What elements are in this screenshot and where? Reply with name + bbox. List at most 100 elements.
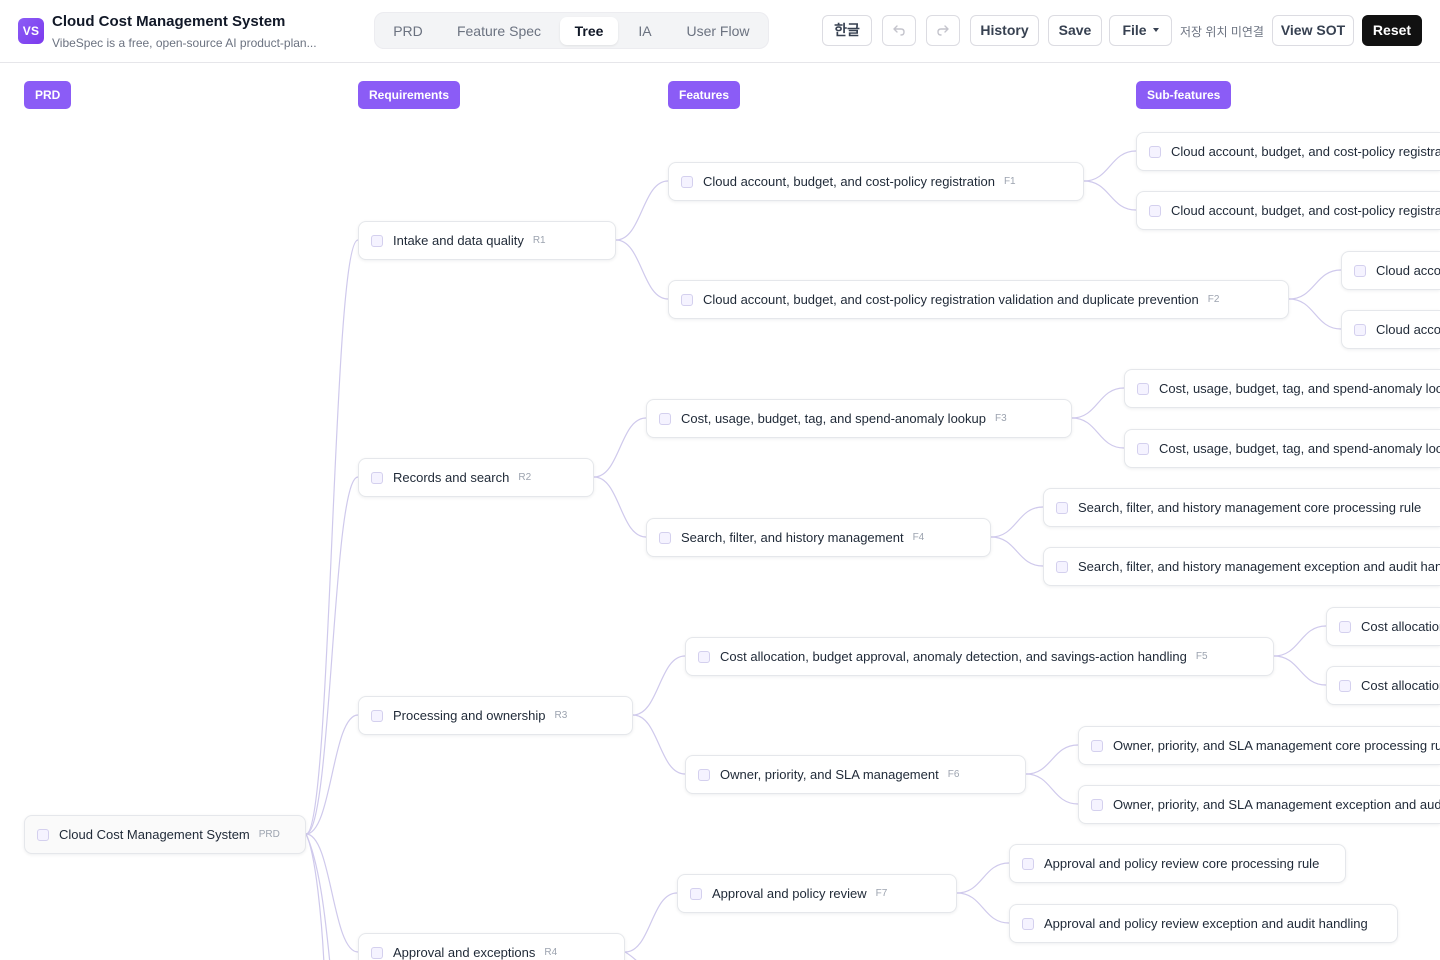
tree-node-subfeature[interactable]: Approval and policy review exception and… <box>1009 904 1398 943</box>
node-label: Cost, usage, budget, tag, and spend-anom… <box>1159 381 1440 396</box>
node-checkbox[interactable] <box>659 531 671 544</box>
tree-node-feature-f4[interactable]: Search, filter, and history management F… <box>646 518 991 557</box>
node-checkbox[interactable] <box>1354 323 1366 336</box>
node-tag: R2 <box>518 472 532 483</box>
node-checkbox[interactable] <box>1022 917 1034 930</box>
node-tag: F1 <box>1003 176 1016 187</box>
node-checkbox[interactable] <box>1149 145 1161 158</box>
tab-user-flow[interactable]: User Flow <box>673 17 763 45</box>
node-checkbox[interactable] <box>1339 679 1351 692</box>
tree-node-subfeature[interactable]: Cloud account, budget, and cost-policy r… <box>1136 191 1440 230</box>
node-tag: R3 <box>554 710 568 721</box>
tree-node-requirement-r4[interactable]: Approval and exceptions R4 <box>358 933 625 960</box>
node-checkbox[interactable] <box>1091 798 1103 811</box>
tree-node-subfeature[interactable]: Cloud account, budget, and cost-policy r… <box>1341 251 1440 290</box>
node-checkbox[interactable] <box>371 234 383 247</box>
tree-node-subfeature[interactable]: Cost allocation, budget approval, anomal… <box>1326 666 1440 705</box>
tree-node-feature-f7[interactable]: Approval and policy review F7 <box>677 874 957 913</box>
history-button[interactable]: History <box>970 15 1039 46</box>
view-tabs: PRD Feature Spec Tree IA User Flow <box>374 12 769 49</box>
node-checkbox[interactable] <box>1056 560 1068 573</box>
node-checkbox[interactable] <box>37 828 49 841</box>
tab-prd[interactable]: PRD <box>382 17 434 45</box>
node-tag: F7 <box>875 888 888 899</box>
node-checkbox[interactable] <box>698 768 710 781</box>
node-checkbox[interactable] <box>1056 501 1068 514</box>
node-checkbox[interactable] <box>371 709 383 722</box>
node-label: Cloud Cost Management System <box>59 827 250 842</box>
node-tag: F3 <box>995 413 1007 424</box>
node-label: Processing and ownership <box>393 708 546 723</box>
node-checkbox[interactable] <box>371 471 383 484</box>
tree-node-subfeature[interactable]: Owner, priority, and SLA management exce… <box>1078 785 1440 824</box>
node-checkbox[interactable] <box>1339 620 1351 633</box>
node-checkbox[interactable] <box>1137 382 1149 395</box>
node-label: Owner, priority, and SLA management exce… <box>1113 797 1440 812</box>
node-label: Cloud account, budget, and cost-policy r… <box>1171 144 1440 159</box>
node-label: Cost, usage, budget, tag, and spend-anom… <box>681 411 986 426</box>
node-tag: R1 <box>532 235 546 246</box>
node-checkbox[interactable] <box>1137 442 1149 455</box>
tree-node-subfeature[interactable]: Approval and policy review core processi… <box>1009 844 1346 883</box>
node-label: Cloud account, budget, and cost-policy r… <box>1376 322 1440 337</box>
undo-button[interactable] <box>882 15 916 46</box>
node-checkbox[interactable] <box>1091 739 1103 752</box>
redo-button[interactable] <box>926 15 960 46</box>
tree-node-subfeature[interactable]: Cloud account, budget, and cost-policy r… <box>1341 310 1440 349</box>
node-label: Cost allocation, budget approval, anomal… <box>1361 678 1440 693</box>
tree-node-subfeature[interactable]: Cost, usage, budget, tag, and spend-anom… <box>1124 369 1440 408</box>
node-checkbox[interactable] <box>659 412 671 425</box>
node-label: Cloud account, budget, and cost-policy r… <box>1171 203 1440 218</box>
node-label: Search, filter, and history management <box>681 530 904 545</box>
tree-node-feature-f5[interactable]: Cost allocation, budget approval, anomal… <box>685 637 1274 676</box>
tree-node-feature-f1[interactable]: Cloud account, budget, and cost-policy r… <box>668 162 1084 201</box>
node-tag: F4 <box>912 532 925 543</box>
node-label: Cloud account, budget, and cost-policy r… <box>1376 263 1440 278</box>
tree-node-requirement-r2[interactable]: Records and search R2 <box>358 458 594 497</box>
tab-tree[interactable]: Tree <box>560 17 618 45</box>
tree-canvas[interactable]: PRD Requirements Features Sub-features C… <box>0 64 1440 960</box>
app-title: Cloud Cost Management System <box>52 13 286 30</box>
file-menu-button[interactable]: File <box>1109 15 1172 46</box>
node-checkbox[interactable] <box>690 887 702 900</box>
node-label: Approval and policy review core processi… <box>1044 856 1320 871</box>
node-label: Cost allocation, budget approval, anomal… <box>1361 619 1440 634</box>
node-checkbox[interactable] <box>1354 264 1366 277</box>
node-checkbox[interactable] <box>681 293 693 306</box>
node-label: Approval and policy review <box>712 886 867 901</box>
tree-node-subfeature[interactable]: Owner, priority, and SLA management core… <box>1078 726 1440 765</box>
language-toggle-button[interactable]: 한글 <box>822 15 872 46</box>
view-sot-button[interactable]: View SOT <box>1272 15 1354 46</box>
node-label: Approval and exceptions <box>393 945 536 960</box>
node-checkbox[interactable] <box>1149 204 1161 217</box>
node-label: Records and search <box>393 470 510 485</box>
tree-node-subfeature[interactable]: Search, filter, and history management c… <box>1043 488 1440 527</box>
save-location-status: 저장 위치 미연결 <box>1180 25 1264 39</box>
tree-node-root[interactable]: Cloud Cost Management System PRD <box>24 815 306 854</box>
node-checkbox[interactable] <box>1022 857 1034 870</box>
redo-icon <box>937 25 949 36</box>
tab-feature-spec[interactable]: Feature Spec <box>445 17 553 45</box>
tab-ia[interactable]: IA <box>627 17 663 45</box>
node-checkbox[interactable] <box>681 175 693 188</box>
save-button[interactable]: Save <box>1048 15 1102 46</box>
tree-node-requirement-r3[interactable]: Processing and ownership R3 <box>358 696 633 735</box>
tree-node-subfeature[interactable]: Cost, usage, budget, tag, and spend-anom… <box>1124 429 1440 468</box>
tree-node-subfeature[interactable]: Cost allocation, budget approval, anomal… <box>1326 607 1440 646</box>
node-tag: F6 <box>947 769 960 780</box>
reset-button[interactable]: Reset <box>1362 15 1422 46</box>
node-checkbox[interactable] <box>371 946 383 959</box>
tree-node-feature-f2[interactable]: Cloud account, budget, and cost-policy r… <box>668 280 1289 319</box>
tree-node-subfeature[interactable]: Cloud account, budget, and cost-policy r… <box>1136 132 1440 171</box>
tree-node-requirement-r1[interactable]: Intake and data quality R1 <box>358 221 616 260</box>
tree-node-feature-f6[interactable]: Owner, priority, and SLA management F6 <box>685 755 1026 794</box>
node-label: Cost allocation, budget approval, anomal… <box>720 649 1187 664</box>
tree-node-feature-f3[interactable]: Cost, usage, budget, tag, and spend-anom… <box>646 399 1072 438</box>
app-subtitle: VibeSpec is a free, open-source AI produ… <box>52 36 317 50</box>
column-header-requirements: Requirements <box>358 81 461 109</box>
node-label: Intake and data quality <box>393 233 524 248</box>
node-checkbox[interactable] <box>698 650 710 663</box>
tree-node-subfeature[interactable]: Search, filter, and history management e… <box>1043 547 1440 586</box>
app-logo: VS <box>18 18 44 44</box>
node-label: Search, filter, and history management c… <box>1078 500 1422 515</box>
